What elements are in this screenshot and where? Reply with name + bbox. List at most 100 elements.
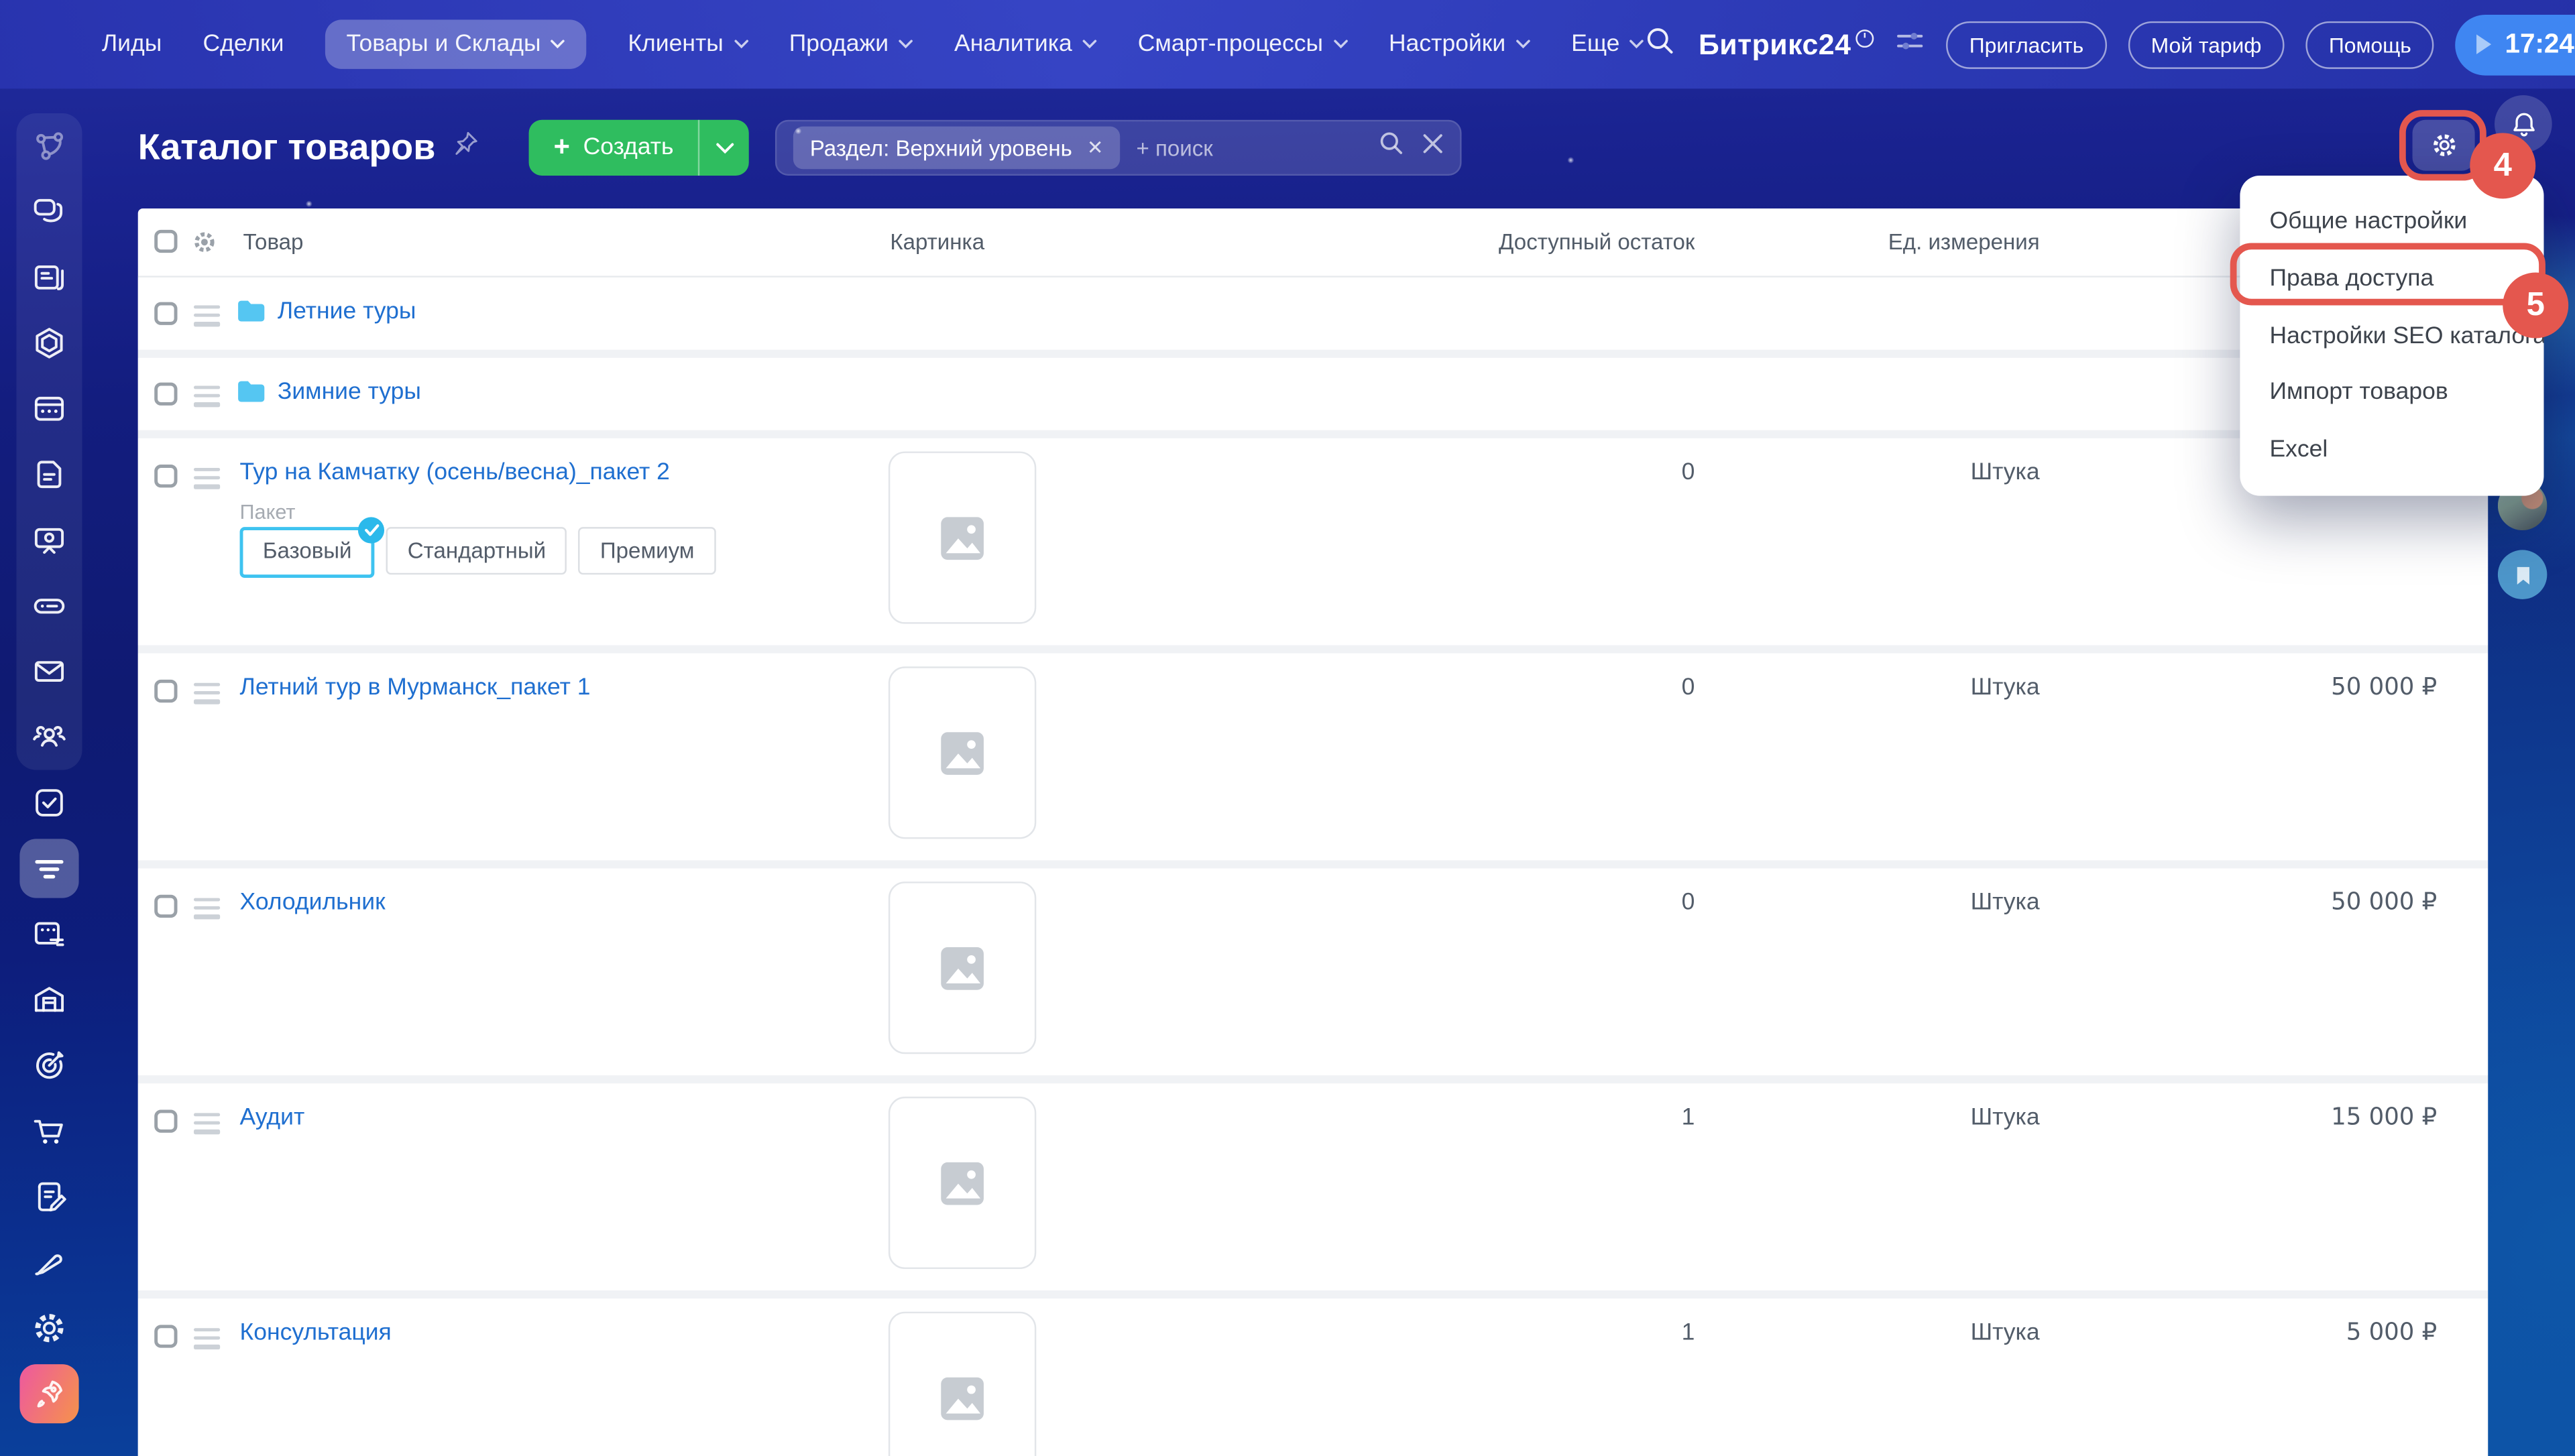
table-row-folder[interactable]: Летние туры bbox=[138, 278, 2488, 350]
row-checkbox[interactable] bbox=[154, 1325, 177, 1347]
drag-handle[interactable] bbox=[194, 1328, 220, 1349]
drag-handle[interactable] bbox=[194, 898, 220, 919]
my-tariff-button[interactable]: Мой тариф bbox=[2128, 21, 2284, 68]
sidebar-pen-icon[interactable] bbox=[16, 1229, 82, 1295]
sidebar-workgroups-icon[interactable] bbox=[16, 310, 82, 376]
table-row-product[interactable]: Летний тур в Мурманск_пакет 1 0 Штука 50… bbox=[138, 654, 2488, 861]
unit-value: Штука bbox=[1971, 460, 2040, 486]
filter-search-icon[interactable] bbox=[1378, 129, 1406, 166]
table-row-product[interactable]: Консультация 1 Штука 5 000 ₽ bbox=[138, 1298, 2488, 1456]
sidebar-tasks-icon[interactable] bbox=[16, 770, 82, 836]
table-row-product[interactable]: Холодильник 0 Штука 50 000 ₽ bbox=[138, 869, 2488, 1076]
sidebar-mail-icon[interactable] bbox=[16, 639, 82, 705]
product-image-placeholder[interactable] bbox=[889, 1312, 1036, 1456]
sidebar-shop-cart-icon[interactable] bbox=[16, 1098, 82, 1164]
product-name-link[interactable]: Консультация bbox=[240, 1320, 392, 1346]
catalog-table: Товар Картинка Доступный остаток Ед. изм… bbox=[138, 208, 2488, 1456]
catalog-settings-gear-button[interactable] bbox=[2413, 120, 2475, 171]
nav-item-clients[interactable]: Клиенты bbox=[628, 32, 748, 58]
create-button[interactable]: +Создать bbox=[529, 120, 698, 176]
bookmark-widget-button[interactable] bbox=[2498, 550, 2547, 599]
product-image-placeholder[interactable] bbox=[889, 451, 1036, 623]
sidebar-settings-gear-icon[interactable] bbox=[16, 1295, 82, 1361]
filter-clear-icon[interactable] bbox=[1422, 133, 1444, 162]
menu-item-seo-settings[interactable]: Настройки SEO каталога bbox=[2240, 311, 2543, 360]
page-title: Каталог товаров bbox=[138, 127, 436, 170]
nav-item-leads[interactable]: Лиды bbox=[102, 32, 162, 58]
menu-item-excel[interactable]: Excel bbox=[2240, 425, 2543, 474]
sidebar-market-rocket-button[interactable] bbox=[19, 1364, 78, 1423]
help-button[interactable]: Помощь bbox=[2306, 21, 2435, 68]
menu-item-access-rights[interactable]: Права доступа bbox=[2240, 254, 2543, 303]
sidebar-planner-icon[interactable] bbox=[16, 901, 82, 967]
table-row-product[interactable]: Тур на Камчатку (осень/весна)_пакет 2 Па… bbox=[138, 438, 2488, 646]
row-checkbox[interactable] bbox=[154, 680, 177, 703]
nav-item-settings[interactable]: Настройки bbox=[1389, 32, 1530, 58]
table-row-folder[interactable]: Зимние туры bbox=[138, 358, 2488, 430]
product-image-placeholder[interactable] bbox=[889, 666, 1036, 839]
drag-handle[interactable] bbox=[194, 683, 220, 704]
row-checkbox[interactable] bbox=[154, 465, 177, 487]
folder-name-link[interactable]: Зимние туры bbox=[278, 379, 421, 406]
drag-handle[interactable] bbox=[194, 386, 220, 407]
variant-chip-selected[interactable]: Базовый bbox=[240, 527, 375, 578]
product-image-placeholder[interactable] bbox=[889, 1097, 1036, 1269]
nav-item-sales[interactable]: Продажи bbox=[789, 32, 913, 58]
table-row-product[interactable]: Аудит 1 Штука 15 000 ₽ bbox=[138, 1083, 2488, 1290]
sidebar-crm-catalog-icon-active[interactable] bbox=[19, 839, 78, 898]
sidebar-drive-icon[interactable] bbox=[16, 573, 82, 639]
product-name-link[interactable]: Холодильник bbox=[240, 890, 386, 916]
row-checkbox[interactable] bbox=[154, 895, 177, 918]
search-placeholder[interactable]: + поиск bbox=[1137, 135, 1379, 160]
sidebar-news-feed-icon[interactable] bbox=[16, 245, 82, 310]
filter-chip-section[interactable]: Раздел: Верхний уровень✕ bbox=[793, 127, 1120, 170]
nav-item-smart-processes[interactable]: Смарт-процессы bbox=[1138, 32, 1348, 58]
drag-handle[interactable] bbox=[194, 468, 220, 489]
column-header-unit[interactable]: Ед. измерения bbox=[1888, 230, 2040, 255]
nav-item-deals[interactable]: Сделки bbox=[203, 32, 284, 58]
sliders-icon[interactable] bbox=[1896, 25, 1925, 63]
product-image-placeholder[interactable] bbox=[889, 882, 1036, 1054]
nav-item-analytics[interactable]: Аналитика bbox=[954, 32, 1097, 58]
column-header-product[interactable]: Товар bbox=[243, 230, 303, 255]
nav-item-products-warehouses[interactable]: Товары и Склады bbox=[325, 19, 587, 68]
product-name-link[interactable]: Тур на Камчатку (осень/весна)_пакет 2 bbox=[240, 460, 670, 486]
menu-item-import-products[interactable]: Импорт товаров bbox=[2240, 368, 2543, 417]
page-header: Каталог товаров +Создать Раздел: Верхний… bbox=[138, 118, 1462, 177]
table-settings-gear-icon[interactable] bbox=[192, 230, 217, 259]
column-header-picture[interactable]: Картинка bbox=[890, 230, 984, 255]
nav-item-more[interactable]: Еще bbox=[1571, 32, 1644, 58]
sidebar-warehouse-icon[interactable] bbox=[16, 967, 82, 1032]
chip-close-icon[interactable]: ✕ bbox=[1087, 136, 1104, 159]
menu-item-general-settings[interactable]: Общие настройки bbox=[2240, 197, 2543, 246]
sidebar-network-icon[interactable] bbox=[16, 113, 82, 179]
product-name-link[interactable]: Летний тур в Мурманск_пакет 1 bbox=[240, 675, 591, 701]
select-all-checkbox[interactable] bbox=[154, 230, 177, 253]
column-header-stock[interactable]: Доступный остаток bbox=[1499, 230, 1695, 255]
pin-icon[interactable] bbox=[452, 129, 480, 166]
invite-button[interactable]: Пригласить bbox=[1947, 21, 2107, 68]
sidebar-video-meetings-icon[interactable] bbox=[16, 507, 82, 573]
price-value: 50 000 ₽ bbox=[2331, 675, 2437, 701]
search-icon[interactable] bbox=[1644, 24, 1677, 65]
table-header-row: Товар Картинка Доступный остаток Ед. изм… bbox=[138, 208, 2488, 278]
time-tracker-button[interactable]: 17:24 bbox=[2456, 14, 2575, 75]
sidebar-marketing-icon[interactable] bbox=[16, 1032, 82, 1098]
sidebar-messenger-icon[interactable] bbox=[16, 179, 82, 245]
create-button-group: +Создать bbox=[529, 120, 749, 176]
drag-handle[interactable] bbox=[194, 306, 220, 326]
sidebar-documents-sign-icon[interactable] bbox=[16, 1164, 82, 1229]
filter-search-bar[interactable]: Раздел: Верхний уровень✕ + поиск bbox=[775, 120, 1462, 176]
variant-chip[interactable]: Премиум bbox=[579, 527, 716, 574]
sidebar-employees-icon[interactable] bbox=[16, 705, 82, 770]
variant-chip[interactable]: Стандартный bbox=[386, 527, 567, 574]
create-dropdown-button[interactable] bbox=[698, 120, 749, 176]
row-checkbox[interactable] bbox=[154, 302, 177, 325]
row-checkbox[interactable] bbox=[154, 1110, 177, 1133]
row-checkbox[interactable] bbox=[154, 383, 177, 406]
folder-name-link[interactable]: Летние туры bbox=[278, 299, 416, 325]
product-name-link[interactable]: Аудит bbox=[240, 1105, 305, 1131]
drag-handle[interactable] bbox=[194, 1113, 220, 1134]
sidebar-documents-icon[interactable] bbox=[16, 442, 82, 507]
sidebar-calendar-icon[interactable] bbox=[16, 376, 82, 442]
